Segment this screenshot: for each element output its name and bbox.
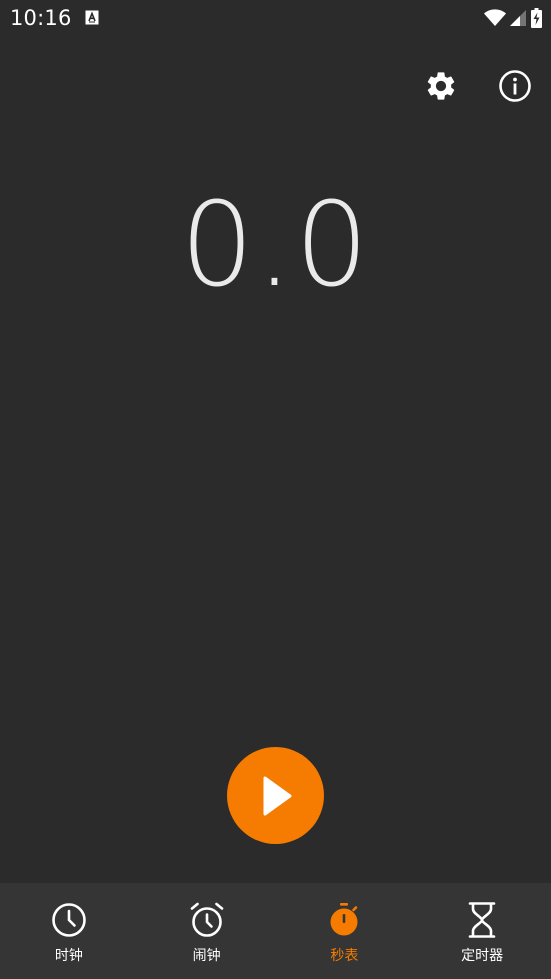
alarm-clock-icon: [190, 902, 223, 937]
nav-label-stopwatch: 秒表: [330, 948, 359, 964]
bottom-nav: 时钟 闹钟 秒表 定时器: [0, 883, 551, 979]
nav-label-timer: 定时器: [461, 948, 504, 964]
stopwatch-time: 0.0: [180, 178, 371, 313]
nav-item-clock[interactable]: 时钟: [0, 883, 138, 979]
start-button[interactable]: [227, 747, 324, 844]
status-icons: [484, 8, 542, 28]
info-button[interactable]: [497, 68, 533, 104]
stopwatch-icon: [330, 903, 358, 936]
info-icon: [499, 70, 531, 102]
wifi-icon: [484, 9, 506, 26]
play-icon: [263, 776, 291, 815]
status-bar: 10:16: [0, 0, 551, 38]
settings-button[interactable]: [423, 68, 459, 104]
signal-icon: [510, 10, 526, 26]
hourglass-icon: [468, 902, 496, 938]
gear-icon: [427, 72, 455, 100]
nav-item-alarm[interactable]: 闹钟: [138, 883, 276, 979]
nav-item-stopwatch[interactable]: 秒表: [276, 883, 414, 979]
battery-charging-icon: [531, 8, 542, 28]
top-actions: [423, 68, 533, 104]
nav-item-timer[interactable]: 定时器: [413, 883, 551, 979]
nav-label-clock: 时钟: [54, 948, 83, 964]
a-notification-icon: [85, 10, 99, 25]
nav-label-alarm: 闹钟: [192, 948, 221, 964]
clock-icon: [52, 903, 86, 937]
status-time: 10:16: [10, 6, 72, 30]
